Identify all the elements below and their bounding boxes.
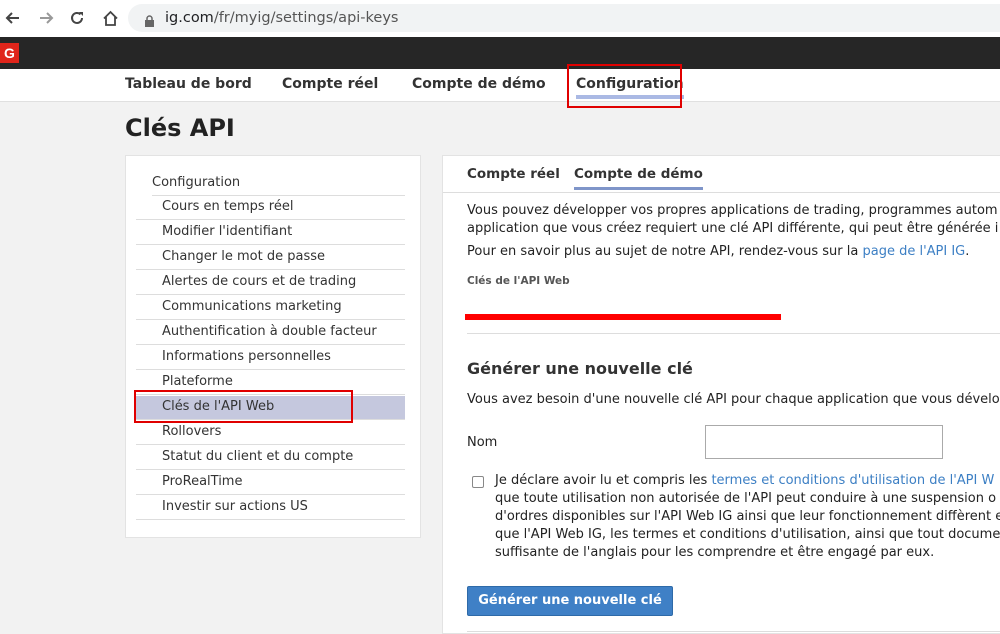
sidebar-item-actions-us[interactable]: Investir sur actions US <box>136 496 405 520</box>
more-info-text: Pour en savoir plus au sujet de notre AP… <box>467 244 970 259</box>
sidebar-item-changer-mot-de-passe[interactable]: Changer le mot de passe <box>136 246 405 270</box>
generate-description: Vous avez besoin d'une nouvelle clé API … <box>467 392 1000 407</box>
divider <box>467 333 1000 334</box>
terms-checkbox[interactable] <box>472 476 484 488</box>
declaration-line-1: Je déclare avoir lu et compris les terme… <box>495 473 995 488</box>
browser-toolbar: ig.com/fr/myig/settings/api-keys <box>0 0 1000 38</box>
declaration-line-4: que l'API Web IG, les termes et conditio… <box>495 527 1000 542</box>
back-icon[interactable] <box>0 5 26 31</box>
sidebar-item-rollovers[interactable]: Rollovers <box>136 421 405 445</box>
tab-compte-reel[interactable]: Compte réel <box>467 166 560 182</box>
sidebar-heading: Configuration <box>152 175 405 196</box>
generate-key-button[interactable]: Générer une nouvelle clé <box>467 586 673 616</box>
home-icon[interactable] <box>97 5 123 31</box>
nav-tableau-de-bord[interactable]: Tableau de bord <box>125 76 252 92</box>
sidebar-item-prorealtime[interactable]: ProRealTime <box>136 471 405 495</box>
sidebar-item-informations-personnelles[interactable]: Informations personnelles <box>136 346 405 370</box>
intro-text-line-2: application que vous créez requiert une … <box>467 221 999 236</box>
name-input[interactable] <box>705 425 943 459</box>
url-text: ig.com/fr/myig/settings/api-keys <box>165 10 399 26</box>
declaration-line-3: d'ordres disponibles sur l'API Web IG ai… <box>495 509 1000 524</box>
page-title: Clés API <box>125 114 235 142</box>
lock-icon <box>144 12 155 27</box>
api-keys-panel: Compte réel Compte de démo Vous pouvez d… <box>442 155 1000 634</box>
account-tabs: Compte réel Compte de démo <box>443 156 1000 193</box>
redacted-api-key <box>465 314 781 320</box>
sidebar-item-modifier-identifiant[interactable]: Modifier l'identifiant <box>136 221 405 245</box>
nav-compte-demo[interactable]: Compte de démo <box>412 76 546 92</box>
intro-text-line-1: Vous pouvez développer vos propres appli… <box>467 203 998 218</box>
highlight-box-configuration <box>567 64 682 108</box>
sidebar-item-alertes[interactable]: Alertes de cours et de trading <box>136 271 405 295</box>
terms-link[interactable]: termes et conditions d'utilisation de l'… <box>711 473 994 488</box>
web-api-keys-label: Clés de l'API Web <box>467 275 570 287</box>
sidebar-item-authentification[interactable]: Authentification à double facteur <box>136 321 405 345</box>
nav-compte-reel[interactable]: Compte réel <box>282 76 378 92</box>
api-page-link[interactable]: page de l'API IG <box>862 244 965 259</box>
sidebar-item-statut-client[interactable]: Statut du client et du compte <box>136 446 405 470</box>
reload-icon[interactable] <box>64 5 90 31</box>
settings-sidebar: Configuration Cours en temps réel Modifi… <box>125 155 421 538</box>
declaration-line-5: suffisante de l'anglais pour les compren… <box>495 545 935 560</box>
bottom-divider <box>467 631 1000 632</box>
sidebar-item-communications-marketing[interactable]: Communications marketing <box>136 296 405 320</box>
ig-logo[interactable]: G <box>0 43 19 63</box>
forward-icon[interactable] <box>33 5 59 31</box>
declaration-line-2: que toute utilisation non autorisée de l… <box>495 491 997 506</box>
name-label: Nom <box>467 435 498 450</box>
main-navigation: Tableau de bord Compte réel Compte de dé… <box>0 69 1000 102</box>
site-header: G <box>0 37 1000 69</box>
tab-compte-demo[interactable]: Compte de démo <box>574 166 703 190</box>
sidebar-item-cours-temps-reel[interactable]: Cours en temps réel <box>136 196 405 220</box>
highlight-box-cles-api <box>134 390 353 423</box>
generate-heading: Générer une nouvelle clé <box>467 359 693 378</box>
address-bar[interactable]: ig.com/fr/myig/settings/api-keys <box>128 4 1000 32</box>
